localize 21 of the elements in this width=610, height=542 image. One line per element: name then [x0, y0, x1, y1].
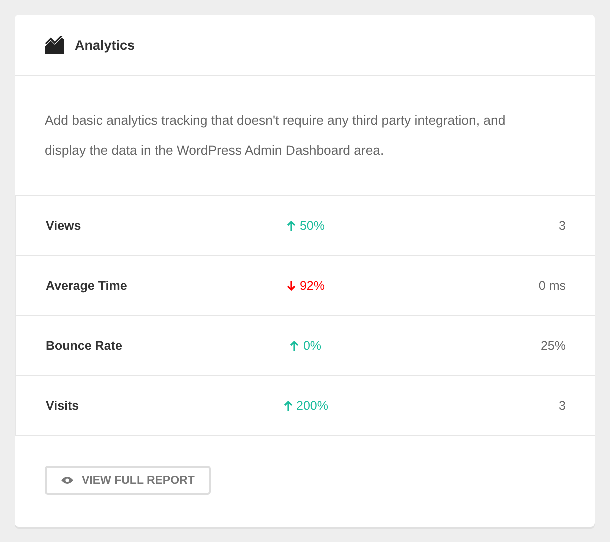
up-arrow-icon [286, 220, 296, 230]
card-title: Analytics [75, 38, 136, 52]
metric-value: 3 [558, 218, 566, 232]
change-percent: 200% [296, 398, 328, 412]
metric-value: 0 ms [538, 278, 566, 292]
down-arrow-icon [286, 280, 296, 290]
up-arrow-icon [290, 340, 300, 350]
metric-value: 25% [540, 338, 566, 352]
area-chart-icon [45, 36, 65, 54]
description-text: Add basic analytics tracking that doesn't require any third party integration, and display the data in the WordPress Admin Dashboard area. [45, 112, 507, 160]
change-percent: 0% [303, 338, 322, 352]
metric-name: Visits [46, 398, 80, 412]
change-percent: 50% [300, 218, 325, 232]
view-report-button[interactable]: VIEW FULL REPORT [45, 466, 211, 495]
change-percent: 92% [300, 278, 325, 292]
eye-icon [61, 476, 74, 485]
up-arrow-icon [284, 400, 292, 410]
metric-name: Views [46, 218, 82, 232]
metric-value: 3 [558, 398, 566, 412]
metric-name: Bounce Rate [46, 338, 124, 352]
metric-name: Average Time [46, 278, 128, 292]
